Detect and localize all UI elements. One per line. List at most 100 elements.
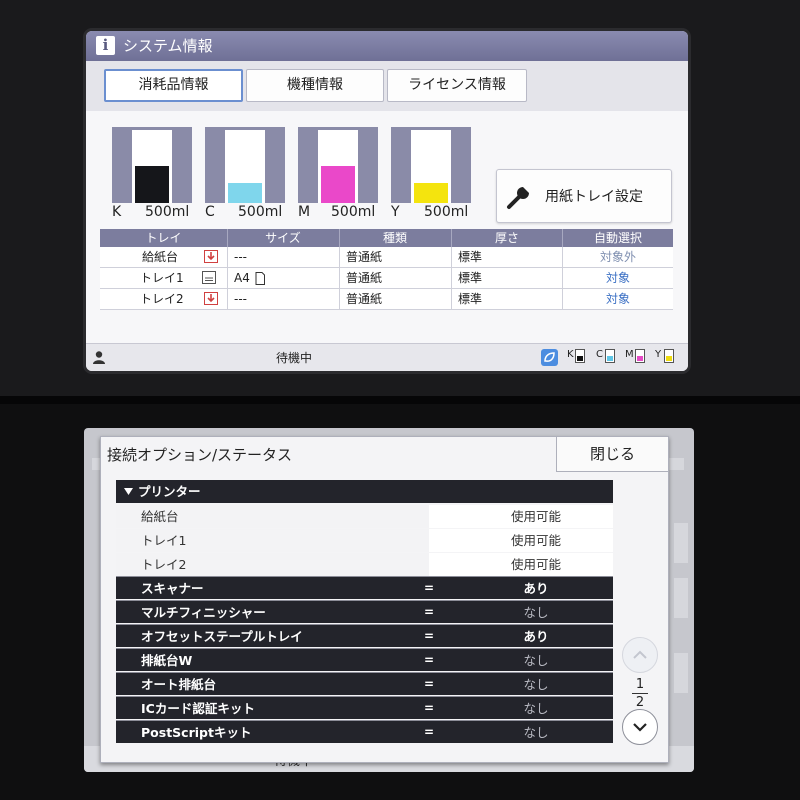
list-item: トレイ1 使用可能 xyxy=(116,529,613,552)
option-equals: = xyxy=(424,677,435,691)
col-type: 種類 xyxy=(382,231,407,245)
list-item: マルチフィニッシャー = なし xyxy=(116,600,613,623)
ink-amount-k: 500ml xyxy=(145,204,190,220)
toner-gauge-k xyxy=(575,349,585,363)
system-info-screen: i システム情報 消耗品情報 機種情報 ライセンス情報 K 500ml C 50… xyxy=(86,31,688,371)
printer-section-label: プリンター xyxy=(138,484,201,499)
item-value: 使用可能 xyxy=(510,557,561,572)
tray-table-header: トレイ サイズ 種類 厚さ 自動選択 xyxy=(100,229,673,247)
ink-level-y xyxy=(414,183,448,203)
close-button[interactable]: 閉じる xyxy=(556,437,668,472)
scroll-down-button[interactable] xyxy=(622,709,658,745)
toner-gauge-y xyxy=(664,349,674,363)
tray-empty-icon xyxy=(204,292,218,305)
col-auto-select: 自動選択 xyxy=(593,231,642,245)
list-item: スキャナー = あり xyxy=(116,576,613,599)
triangle-down-icon xyxy=(124,488,133,495)
col-thickness: 厚さ xyxy=(494,231,519,245)
page-current: 1 xyxy=(635,677,645,692)
paper-tray-settings-button[interactable]: 用紙トレイ設定 xyxy=(496,169,672,223)
option-value: あり xyxy=(523,581,549,596)
background-ui xyxy=(674,653,688,693)
ink-name-y: Y xyxy=(391,204,400,220)
paper-type: 普通紙 xyxy=(346,250,383,264)
table-row[interactable]: トレイ2 --- 普通紙 標準 対象 xyxy=(100,289,673,310)
paper-thickness: 標準 xyxy=(458,292,483,306)
ink-cartridge-k xyxy=(112,127,192,203)
option-name: マルチフィニッシャー xyxy=(141,605,266,620)
option-equals: = xyxy=(424,581,435,595)
ink-amount-y: 500ml xyxy=(424,204,469,220)
auto-select-value: 対象外 xyxy=(599,250,636,264)
ink-amount-c: 500ml xyxy=(238,204,283,220)
option-value: あり xyxy=(523,629,549,644)
scroll-up-button[interactable] xyxy=(622,637,658,673)
background-ui xyxy=(674,523,688,563)
auto-select-value: 対象 xyxy=(605,292,630,306)
toner-gauge-m xyxy=(635,349,645,363)
system-info-header: i システム情報 xyxy=(86,31,688,61)
list-item: トレイ2 使用可能 xyxy=(116,553,613,576)
table-row[interactable]: 給紙台 --- 普通紙 標準 対象外 xyxy=(100,247,673,268)
connection-options-dialog: 接続オプション/ステータス 閉じる プリンター 給紙台 使用可能 トレイ1 使用… xyxy=(100,436,669,763)
paper-thickness: 標準 xyxy=(458,250,483,264)
list-item: オフセットステープルトレイ = あり xyxy=(116,624,613,647)
option-value: なし xyxy=(523,725,549,740)
paper-type: 普通紙 xyxy=(346,292,383,306)
option-equals: = xyxy=(424,653,435,667)
ink-level-c xyxy=(228,183,262,203)
tray-size: --- xyxy=(234,292,247,306)
tab-model-info[interactable]: 機種情報 xyxy=(246,69,384,102)
toner-label-m: M xyxy=(625,349,634,360)
ink-level-m xyxy=(321,166,355,203)
tray-size: --- xyxy=(234,250,247,264)
background-ui xyxy=(674,578,688,618)
ink-name-m: M xyxy=(298,204,311,220)
ink-cartridge-c xyxy=(205,127,285,203)
user-icon[interactable] xyxy=(92,350,106,364)
paper-tray-icon xyxy=(202,271,216,284)
portrait-paper-icon xyxy=(255,272,265,285)
option-name: オート排紙台 xyxy=(141,677,217,692)
status-text: 待機中 xyxy=(276,351,313,365)
ink-level-k xyxy=(135,166,169,203)
option-equals: = xyxy=(424,725,435,739)
ink-name-k: K xyxy=(112,204,122,220)
table-row[interactable]: トレイ1 A4 普通紙 標準 対象 xyxy=(100,268,673,289)
item-name: 給紙台 xyxy=(141,509,179,524)
info-icon: i xyxy=(96,36,115,55)
item-value: 使用可能 xyxy=(510,533,561,548)
printer-section-header[interactable]: プリンター xyxy=(116,480,613,503)
dialog-title: 接続オプション/ステータス xyxy=(107,446,293,464)
ink-amount-m: 500ml xyxy=(331,204,376,220)
paper-thickness: 標準 xyxy=(458,271,483,285)
tab-consumables[interactable]: 消耗品情報 xyxy=(104,69,243,102)
paper-type: 普通紙 xyxy=(346,271,383,285)
wrench-icon xyxy=(507,187,529,209)
toner-label-k: K xyxy=(567,349,574,360)
tray-size: A4 xyxy=(234,271,250,285)
option-name: オフセットステープルトレイ xyxy=(141,629,303,644)
option-value: なし xyxy=(523,605,549,620)
chevron-down-icon xyxy=(633,723,647,732)
page-total: 2 xyxy=(635,695,645,710)
col-size: サイズ xyxy=(265,231,301,245)
list-item: PostScriptキット = なし xyxy=(116,720,613,743)
list-item: ICカード認証キット = なし xyxy=(116,696,613,719)
toner-gauge-c xyxy=(605,349,615,363)
option-equals: = xyxy=(424,605,435,619)
chevron-up-icon xyxy=(633,650,647,659)
tab-bar: 消耗品情報 機種情報 ライセンス情報 xyxy=(86,61,688,111)
ink-name-c: C xyxy=(205,204,215,220)
ink-cartridge-y xyxy=(391,127,471,203)
list-item: オート排紙台 = なし xyxy=(116,672,613,695)
page-divider xyxy=(632,693,648,694)
option-name: ICカード認証キット xyxy=(141,701,255,716)
ink-cartridge-m xyxy=(298,127,378,203)
tab-license-info[interactable]: ライセンス情報 xyxy=(387,69,527,102)
paper-tray-settings-label: 用紙トレイ設定 xyxy=(545,189,643,205)
option-value: なし xyxy=(523,677,549,692)
system-info-title: システム情報 xyxy=(123,37,213,55)
tray-name: 給紙台 xyxy=(142,250,179,264)
eco-mode-icon[interactable] xyxy=(541,349,558,366)
